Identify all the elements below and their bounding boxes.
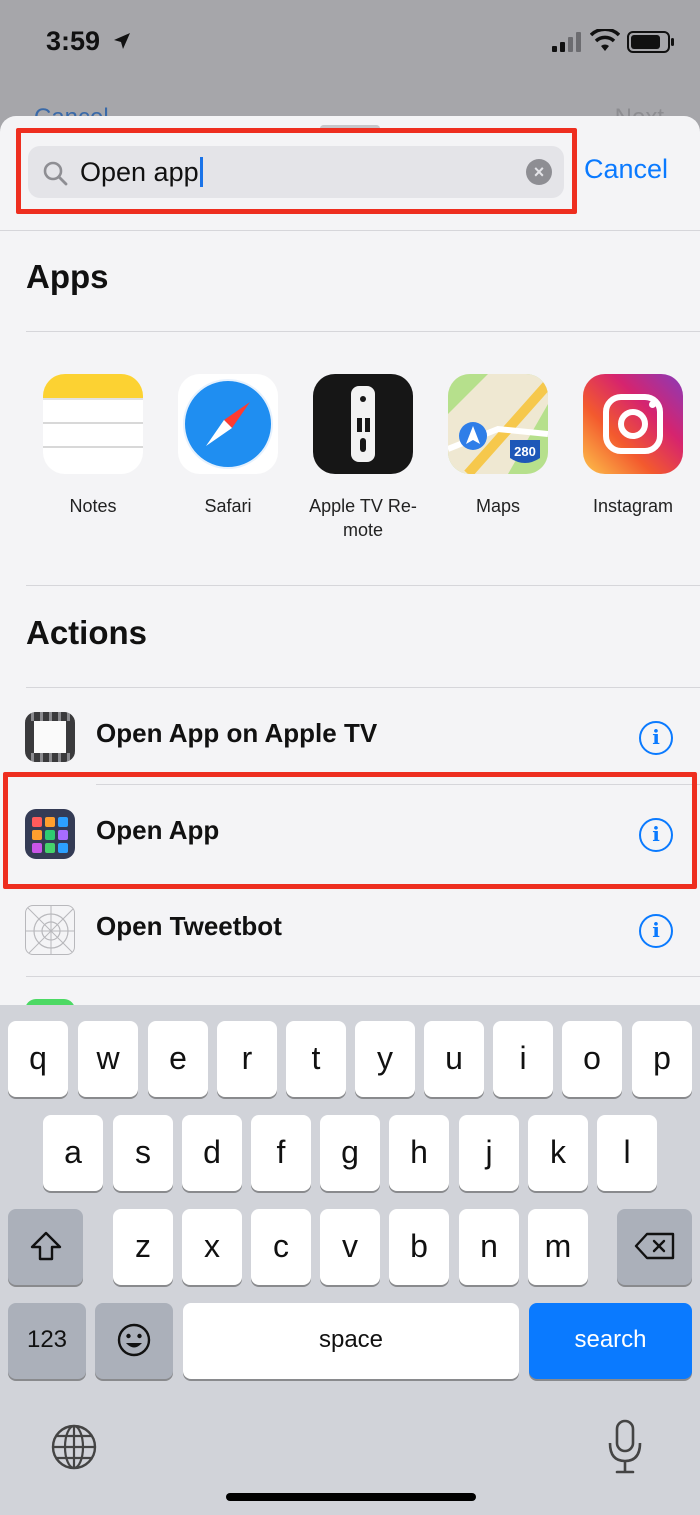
- emoji-key[interactable]: [95, 1303, 173, 1379]
- key-o[interactable]: o: [562, 1021, 622, 1097]
- search-key[interactable]: search: [529, 1303, 692, 1379]
- status-bar: 3:59: [0, 0, 700, 90]
- app-notes[interactable]: Notes: [28, 374, 158, 518]
- notes-icon: [43, 374, 143, 474]
- key-w[interactable]: w: [78, 1021, 138, 1097]
- app-maps[interactable]: 280 Maps: [433, 374, 563, 518]
- backspace-key[interactable]: [617, 1209, 692, 1285]
- key-q[interactable]: q: [8, 1021, 68, 1097]
- app-instagram[interactable]: Instagram: [568, 374, 698, 518]
- safari-icon: [178, 374, 278, 474]
- key-f[interactable]: f: [251, 1115, 311, 1191]
- cancel-button[interactable]: Cancel: [584, 154, 668, 185]
- key-g[interactable]: g: [320, 1115, 380, 1191]
- divider: [26, 585, 700, 586]
- open-app-highlight: [3, 772, 697, 889]
- key-z[interactable]: z: [113, 1209, 173, 1285]
- divider: [26, 976, 700, 977]
- status-time: 3:59: [46, 26, 101, 56]
- action-label: Open App on Apple TV: [96, 718, 378, 748]
- key-c[interactable]: c: [251, 1209, 311, 1285]
- key-b[interactable]: b: [389, 1209, 449, 1285]
- key-t[interactable]: t: [286, 1021, 346, 1097]
- globe-icon[interactable]: [50, 1423, 98, 1471]
- divider: [26, 331, 700, 332]
- key-y[interactable]: y: [355, 1021, 415, 1097]
- actions-section-title: Actions: [26, 614, 148, 651]
- maps-badge-text: 280: [514, 444, 536, 459]
- keyboard: q w e r t y u i o p a s d f g h j k l z …: [0, 1005, 700, 1515]
- key-d[interactable]: d: [182, 1115, 242, 1191]
- divider: [0, 230, 700, 231]
- home-indicator[interactable]: [226, 1493, 476, 1501]
- key-r[interactable]: r: [217, 1021, 277, 1097]
- key-i[interactable]: i: [493, 1021, 553, 1097]
- tweetbot-icon: [25, 905, 75, 955]
- key-j[interactable]: j: [459, 1115, 519, 1191]
- cellular-signal-icon: [552, 32, 581, 52]
- apple-tv-grid-icon: [25, 712, 75, 762]
- key-h[interactable]: h: [389, 1115, 449, 1191]
- location-arrow-icon: [114, 33, 130, 49]
- info-icon[interactable]: i: [639, 721, 673, 755]
- shift-key[interactable]: [8, 1209, 83, 1285]
- key-u[interactable]: u: [424, 1021, 484, 1097]
- apps-section-title: Apps: [26, 258, 109, 295]
- key-v[interactable]: v: [320, 1209, 380, 1285]
- wifi-icon: [590, 29, 620, 51]
- key-e[interactable]: e: [148, 1021, 208, 1097]
- key-p[interactable]: p: [632, 1021, 692, 1097]
- key-m[interactable]: m: [528, 1209, 588, 1285]
- info-icon[interactable]: i: [639, 914, 673, 948]
- microphone-icon[interactable]: [606, 1419, 644, 1475]
- key-x[interactable]: x: [182, 1209, 242, 1285]
- app-label: Safari: [204, 496, 252, 516]
- key-k[interactable]: k: [528, 1115, 588, 1191]
- action-row-open-tweetbot[interactable]: Open Tweetbot i: [0, 881, 700, 977]
- action-row-open-app-on-apple-tv[interactable]: Open App on Apple TV i: [0, 688, 700, 784]
- app-safari[interactable]: Safari: [163, 374, 293, 518]
- app-apple-tv-remote[interactable]: Apple TV Re- mote: [298, 374, 428, 542]
- maps-icon: 280: [448, 374, 548, 474]
- shift-icon: [30, 1231, 61, 1261]
- apple-tv-remote-icon: [313, 374, 413, 474]
- key-n[interactable]: n: [459, 1209, 519, 1285]
- app-label: Notes: [69, 496, 117, 516]
- app-label: Apple TV Re- mote: [309, 496, 417, 540]
- key-a[interactable]: a: [43, 1115, 103, 1191]
- app-label: Instagram: [592, 496, 674, 516]
- instagram-icon: [583, 374, 683, 474]
- key-s[interactable]: s: [113, 1115, 173, 1191]
- action-label: Open Tweetbot: [96, 911, 282, 941]
- numbers-key[interactable]: 123: [8, 1303, 86, 1379]
- app-label: Maps: [475, 496, 520, 516]
- backspace-icon: [634, 1232, 674, 1260]
- emoji-icon: [117, 1323, 151, 1357]
- search-field-highlight: [16, 128, 577, 214]
- space-key[interactable]: space: [183, 1303, 519, 1379]
- battery-icon: [627, 31, 674, 53]
- key-l[interactable]: l: [597, 1115, 657, 1191]
